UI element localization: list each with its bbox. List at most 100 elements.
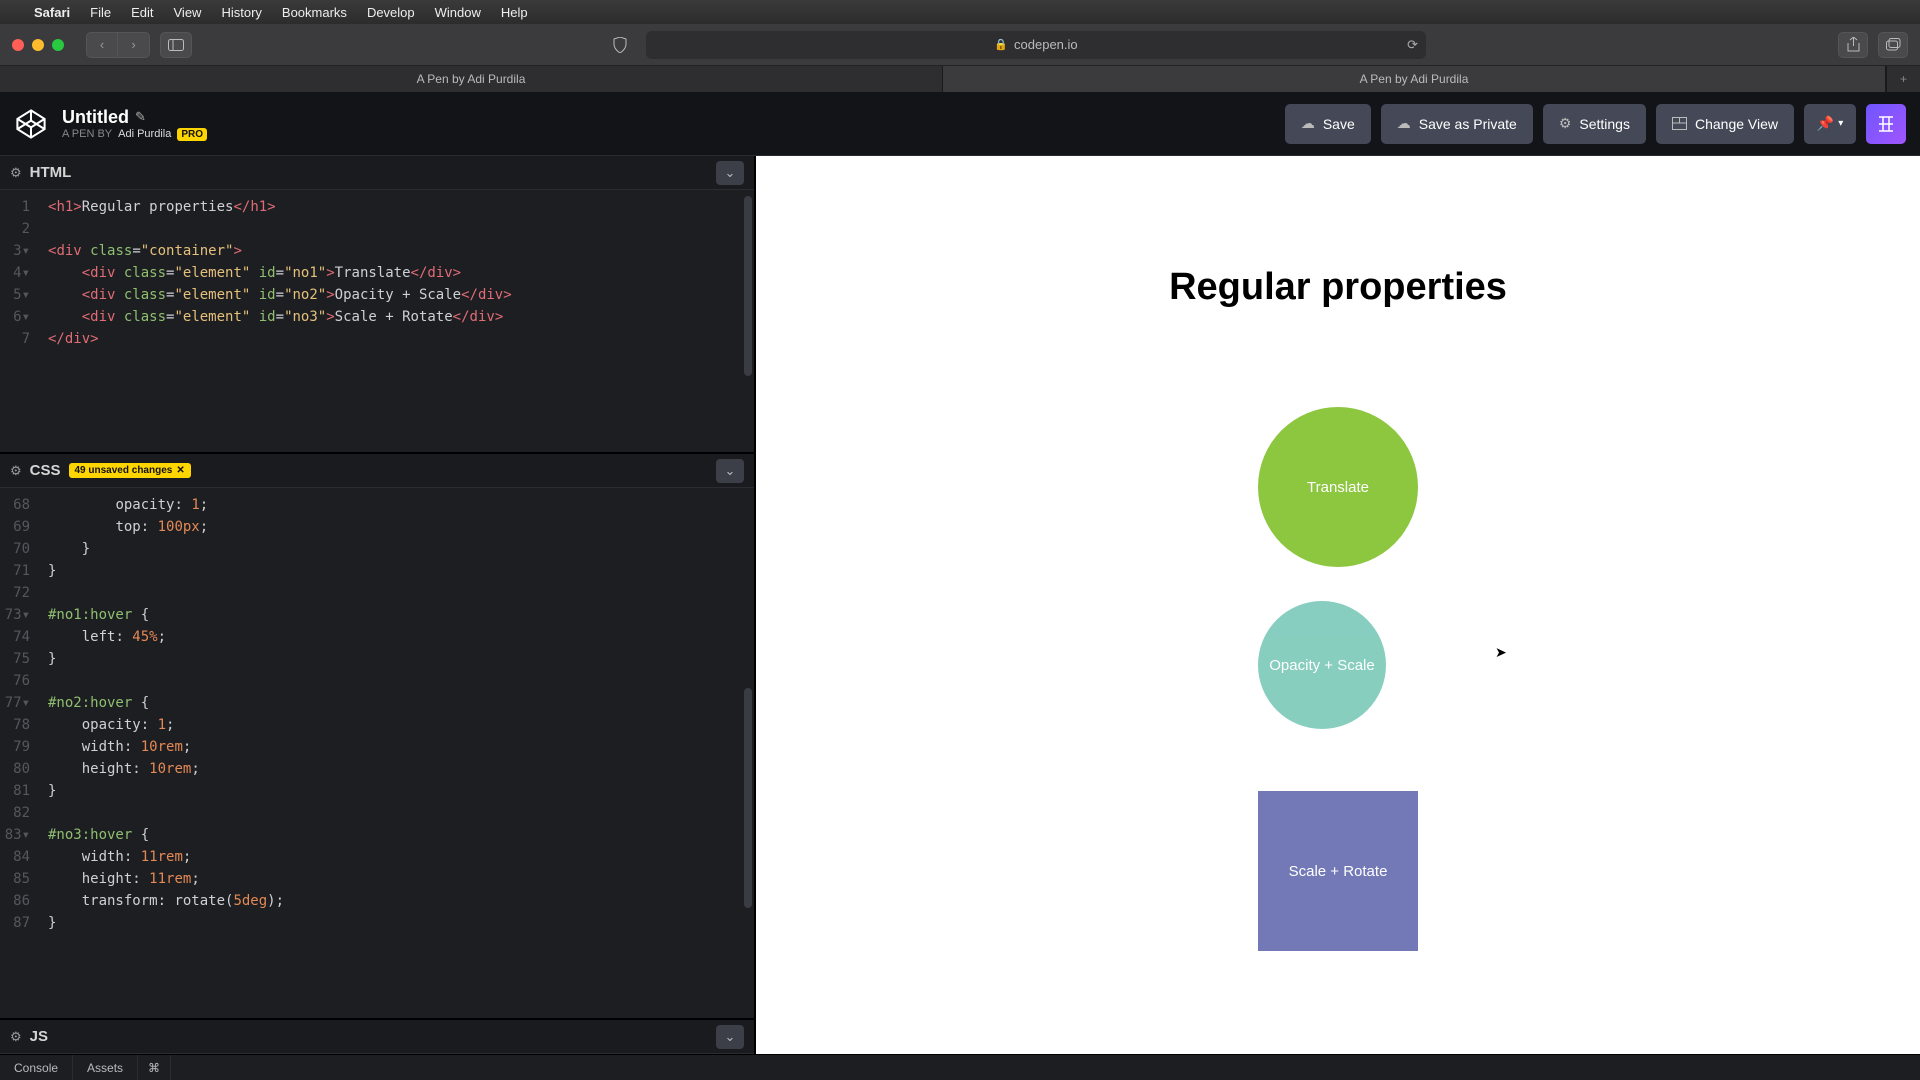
- settings-button[interactable]: ⚙ Settings: [1543, 104, 1646, 144]
- codepen-header: Untitled ✎ A PEN BY Adi Purdila PRO ☁ Sa…: [0, 92, 1920, 156]
- shortcuts-button[interactable]: ⌘: [138, 1055, 171, 1080]
- menu-develop[interactable]: Develop: [367, 5, 415, 20]
- pro-badge: PRO: [177, 128, 207, 141]
- tabs-icon: [1886, 38, 1901, 51]
- gear-icon[interactable]: ⚙: [10, 463, 22, 479]
- html-panel-title: HTML: [30, 164, 72, 181]
- fullscreen-window-icon[interactable]: [52, 39, 64, 51]
- unsaved-changes-badge[interactable]: 49 unsaved changes✕: [69, 463, 191, 478]
- gear-icon[interactable]: ⚙: [10, 165, 22, 181]
- pin-dropdown-button[interactable]: 📌 ▾: [1804, 104, 1856, 144]
- menu-window[interactable]: Window: [435, 5, 481, 20]
- window-controls: [12, 39, 64, 51]
- html-code[interactable]: <h1>Regular properties</h1> <div class="…: [38, 190, 522, 452]
- change-view-label: Change View: [1695, 116, 1778, 132]
- js-panel: ⚙ JS ⌄: [0, 1020, 754, 1054]
- scrollbar-thumb[interactable]: [744, 196, 752, 376]
- change-view-button[interactable]: Change View: [1656, 104, 1794, 144]
- console-tab[interactable]: Console: [0, 1055, 73, 1080]
- browser-tab[interactable]: A Pen by Adi Purdila: [943, 66, 1886, 92]
- save-label: Save: [1323, 116, 1355, 132]
- settings-label: Settings: [1579, 116, 1630, 132]
- menu-help[interactable]: Help: [501, 5, 528, 20]
- html-gutter: 123▾4▾5▾6▾7: [0, 190, 38, 452]
- share-icon: [1847, 37, 1860, 52]
- css-panel: ⚙ CSS 49 unsaved changes✕ ⌄ 686970717273…: [0, 454, 754, 1020]
- header-actions: ☁ Save ☁ Save as Private ⚙ Settings Chan…: [1285, 104, 1906, 144]
- preview-element-scale-rotate[interactable]: Scale + Rotate: [1258, 791, 1418, 951]
- gear-icon: ⚙: [1559, 115, 1572, 132]
- preview-heading: Regular properties: [1169, 266, 1507, 309]
- edit-title-icon[interactable]: ✎: [135, 109, 146, 125]
- pen-title-block: Untitled ✎ A PEN BY Adi Purdila PRO: [62, 107, 207, 141]
- forward-button[interactable]: ›: [118, 32, 150, 58]
- cloud-icon: ☁: [1301, 115, 1315, 132]
- tab-label: A Pen by Adi Purdila: [417, 72, 526, 86]
- editors-column: ⚙ HTML ⌄ 123▾4▾5▾6▾7 <h1>Regular propert…: [0, 156, 756, 1054]
- html-panel-header: ⚙ HTML ⌄: [0, 156, 754, 190]
- close-icon[interactable]: ✕: [176, 465, 184, 476]
- minimize-window-icon[interactable]: [32, 39, 44, 51]
- main-area: ⚙ HTML ⌄ 123▾4▾5▾6▾7 <h1>Regular propert…: [0, 156, 1920, 1054]
- tab-label: A Pen by Adi Purdila: [1360, 72, 1469, 86]
- chevron-down-icon: ⌄: [725, 1029, 736, 1045]
- html-panel: ⚙ HTML ⌄ 123▾4▾5▾6▾7 <h1>Regular propert…: [0, 156, 754, 454]
- save-button[interactable]: ☁ Save: [1285, 104, 1371, 144]
- save-private-label: Save as Private: [1419, 116, 1517, 132]
- chevron-down-icon: ▾: [1838, 118, 1843, 129]
- codepen-logo-icon[interactable]: [14, 107, 48, 141]
- privacy-shield-button[interactable]: [604, 32, 636, 58]
- reload-icon[interactable]: ⟳: [1407, 37, 1418, 53]
- macos-menubar: Safari File Edit View History Bookmarks …: [0, 0, 1920, 24]
- avatar-icon: [1875, 113, 1897, 135]
- css-panel-header: ⚙ CSS 49 unsaved changes✕ ⌄: [0, 454, 754, 488]
- share-button[interactable]: [1838, 32, 1868, 58]
- js-panel-title: JS: [30, 1028, 48, 1045]
- url-host: codepen.io: [1014, 37, 1078, 52]
- safari-tab-bar: A Pen by Adi Purdila A Pen by Adi Purdil…: [0, 66, 1920, 92]
- lock-icon: 🔒: [994, 38, 1008, 51]
- menu-edit[interactable]: Edit: [131, 5, 153, 20]
- preview-pane: Regular properties Translate Opacity + S…: [756, 156, 1920, 1054]
- js-panel-header: ⚙ JS ⌄: [0, 1020, 754, 1054]
- chevron-down-icon: ⌄: [725, 463, 736, 479]
- close-window-icon[interactable]: [12, 39, 24, 51]
- gear-icon[interactable]: ⚙: [10, 1029, 22, 1045]
- new-tab-button[interactable]: +: [1886, 66, 1920, 92]
- pin-icon: 📌: [1817, 115, 1834, 132]
- cloud-lock-icon: ☁: [1397, 115, 1411, 132]
- assets-tab[interactable]: Assets: [73, 1055, 138, 1080]
- address-bar[interactable]: 🔒 codepen.io ⟳: [646, 31, 1426, 59]
- safari-toolbar: ‹ › 🔒 codepen.io ⟳: [0, 24, 1920, 66]
- author-link[interactable]: Adi Purdila: [118, 128, 171, 140]
- menu-file[interactable]: File: [90, 5, 111, 20]
- menu-history[interactable]: History: [221, 5, 261, 20]
- css-panel-title: CSS: [30, 462, 61, 479]
- byline-prefix: A PEN BY: [62, 128, 112, 140]
- sidebar-toggle-button[interactable]: [160, 32, 192, 58]
- menu-view[interactable]: View: [174, 5, 202, 20]
- css-editor[interactable]: 686970717273▾74757677▾787980818283▾84858…: [0, 488, 754, 1018]
- preview-element-translate[interactable]: Translate: [1258, 407, 1418, 567]
- profile-avatar-button[interactable]: [1866, 104, 1906, 144]
- menu-bookmarks[interactable]: Bookmarks: [282, 5, 347, 20]
- save-private-button[interactable]: ☁ Save as Private: [1381, 104, 1533, 144]
- browser-tab[interactable]: A Pen by Adi Purdila: [0, 66, 943, 92]
- css-code[interactable]: opacity: 1; top: 100px; } } #no1:hover {…: [38, 488, 294, 1018]
- panel-menu-button[interactable]: ⌄: [716, 459, 744, 483]
- tabs-overview-button[interactable]: [1878, 32, 1908, 58]
- pen-title[interactable]: Untitled: [62, 107, 129, 128]
- chevron-down-icon: ⌄: [725, 165, 736, 181]
- scrollbar-thumb[interactable]: [744, 688, 752, 908]
- back-button[interactable]: ‹: [86, 32, 118, 58]
- codepen-footer: Console Assets ⌘: [0, 1054, 1920, 1080]
- panel-menu-button[interactable]: ⌄: [716, 161, 744, 185]
- layout-icon: [1672, 117, 1687, 130]
- html-editor[interactable]: 123▾4▾5▾6▾7 <h1>Regular properties</h1> …: [0, 190, 754, 452]
- sidebar-icon: [168, 39, 184, 51]
- menubar-app[interactable]: Safari: [34, 5, 70, 20]
- preview-element-opacity-scale[interactable]: Opacity + Scale: [1258, 601, 1386, 729]
- shield-icon: [613, 37, 627, 53]
- nav-arrows: ‹ ›: [86, 32, 150, 58]
- panel-menu-button[interactable]: ⌄: [716, 1025, 744, 1049]
